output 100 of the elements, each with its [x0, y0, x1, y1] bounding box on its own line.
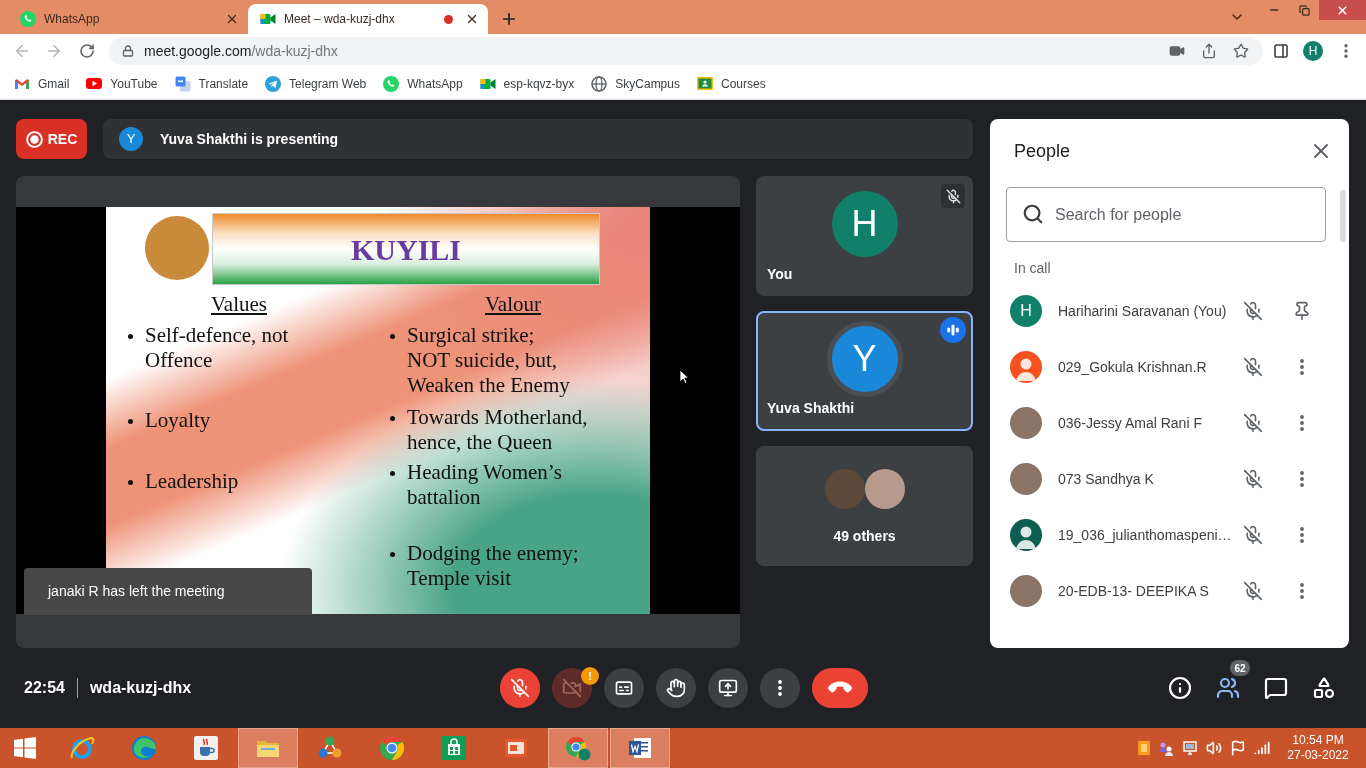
bullet-icon [128, 480, 133, 485]
bookmark[interactable]: Translate [174, 74, 249, 93]
more-options-icon[interactable] [1300, 415, 1304, 431]
microphone-off-icon [510, 678, 530, 698]
alert-badge: ! [581, 667, 599, 685]
people-icon [1216, 676, 1240, 700]
meeting-time: 22:54 [24, 678, 65, 698]
participant-name: 036-Jessy Amal Rani F [1058, 413, 1203, 433]
recording-indicator[interactable]: REC [16, 119, 87, 159]
more-options-icon [778, 680, 782, 696]
speaker-icon[interactable] [1206, 740, 1222, 756]
address-bar[interactable]: meet.google.com/wda-kuzj-dhx [109, 37, 1263, 65]
photo-placeholder [1010, 575, 1042, 607]
signal-bars-icon[interactable] [1254, 740, 1270, 756]
menu-icon[interactable] [1344, 44, 1348, 58]
avatar: H [1010, 295, 1042, 327]
phone-bubble-icon [383, 75, 400, 92]
bookmark[interactable]: SkyCampus [591, 74, 680, 93]
photo-placeholder [824, 469, 865, 509]
profile-avatar[interactable]: H [1303, 41, 1323, 61]
folder-icon [255, 738, 281, 758]
monitor-arrow-icon [718, 678, 738, 698]
chat-icon [1264, 676, 1288, 700]
section-label: In call [1014, 260, 1051, 276]
avatar: Y [119, 127, 143, 151]
start-menu-icon[interactable] [13, 736, 37, 760]
captions-button[interactable] [604, 668, 644, 708]
coffee-cup-icon [193, 735, 219, 761]
participant-name: Hariharini Saravanan (You) [1058, 301, 1228, 321]
more-options-icon[interactable] [1300, 583, 1304, 599]
slide-heading: Values [211, 292, 267, 316]
search-field[interactable]: Search for people [1006, 187, 1326, 242]
side-panel-icon[interactable] [1273, 43, 1289, 59]
restore-icon[interactable] [1298, 4, 1310, 16]
bookmark[interactable]: Courses [696, 74, 766, 93]
slide-heading: Valour [485, 292, 541, 316]
globe-icon [591, 75, 608, 92]
count-badge: 62 [1230, 660, 1250, 676]
participant-name: 20-EDB-13- DEEPIKA S [1058, 581, 1210, 601]
display-icon[interactable] [1182, 740, 1198, 756]
browser-tab[interactable]: WhatsApp [8, 4, 248, 34]
bookmark[interactable]: WhatsApp [383, 74, 463, 93]
reload-icon[interactable] [79, 43, 95, 59]
phone-bubble-icon [20, 11, 36, 27]
photo-placeholder [864, 469, 905, 509]
record-icon [25, 130, 43, 148]
bullet-text: Leadership [145, 469, 239, 494]
bullet-icon [390, 552, 395, 557]
leave-call-button[interactable] [812, 668, 868, 708]
bullet-icon [390, 416, 395, 421]
bookmark[interactable]: Gmail [14, 74, 70, 93]
more-options-icon[interactable] [1300, 527, 1304, 543]
overlapping-squares-icon [174, 75, 191, 92]
bookmark[interactable]: esp-kqvz-byx [479, 74, 575, 93]
shopping-bag-icon [441, 735, 467, 761]
clock-date[interactable]: 27-03-2022 [1287, 748, 1349, 763]
participant-name: 19_036_julianthomaspeni… [1058, 525, 1233, 545]
bookmark[interactable]: Telegram Web [265, 74, 367, 93]
bullet-text: Self-defence, not Offence [145, 323, 289, 373]
plus-icon[interactable] [500, 10, 518, 28]
mouse-pointer-icon [679, 369, 689, 384]
slide-title-banner: KUYILI [212, 213, 600, 285]
document-icon [629, 738, 651, 758]
pin-icon[interactable] [1292, 301, 1312, 321]
tile-icon[interactable] [1138, 741, 1150, 755]
bullet-icon [128, 419, 133, 424]
more-options-button[interactable] [760, 668, 800, 708]
participant-name: 073 Sandhya K [1058, 469, 1155, 489]
close-icon [1336, 3, 1349, 17]
star-icon[interactable] [1233, 43, 1249, 59]
present-button[interactable] [708, 668, 748, 708]
presenter-text: Yuva Shakthi is presenting [160, 129, 339, 149]
more-options-icon[interactable] [1300, 471, 1304, 487]
taskbar-button[interactable] [610, 728, 670, 768]
share-icon[interactable] [1201, 43, 1217, 59]
bookmark[interactable]: YouTube [86, 74, 158, 93]
browser-tab[interactable]: Meet – wda-kuzj-dhx [248, 4, 488, 34]
browser-profile-icon [565, 735, 591, 761]
video-camera-icon[interactable] [1169, 43, 1185, 59]
more-options-icon[interactable] [1300, 359, 1304, 375]
close-window-button[interactable] [1319, 0, 1366, 20]
bullet-text: Loyalty [145, 408, 211, 433]
orbit-ring-icon [69, 735, 95, 761]
bullet-text: Heading Women’s battalion [407, 460, 562, 510]
play-button-icon [86, 78, 103, 89]
raise-hand-button[interactable] [656, 668, 696, 708]
clock-time[interactable]: 10:54 PM [1292, 733, 1344, 748]
paper-plane-icon [265, 75, 282, 92]
search-icon [1022, 203, 1044, 225]
captions-icon [614, 678, 634, 698]
participant-count: 49 others [833, 528, 896, 544]
lock-icon[interactable] [122, 45, 134, 57]
close-icon[interactable] [465, 12, 479, 26]
scrollbar-thumb[interactable] [1340, 190, 1346, 242]
microphone-button[interactable] [500, 668, 540, 708]
meeting-code: wda-kuzj-dhx [89, 678, 192, 698]
avatar: Y [826, 321, 903, 397]
people-icon[interactable] [1158, 740, 1174, 756]
avatar: H [831, 191, 898, 257]
flag-icon[interactable] [1230, 740, 1246, 756]
